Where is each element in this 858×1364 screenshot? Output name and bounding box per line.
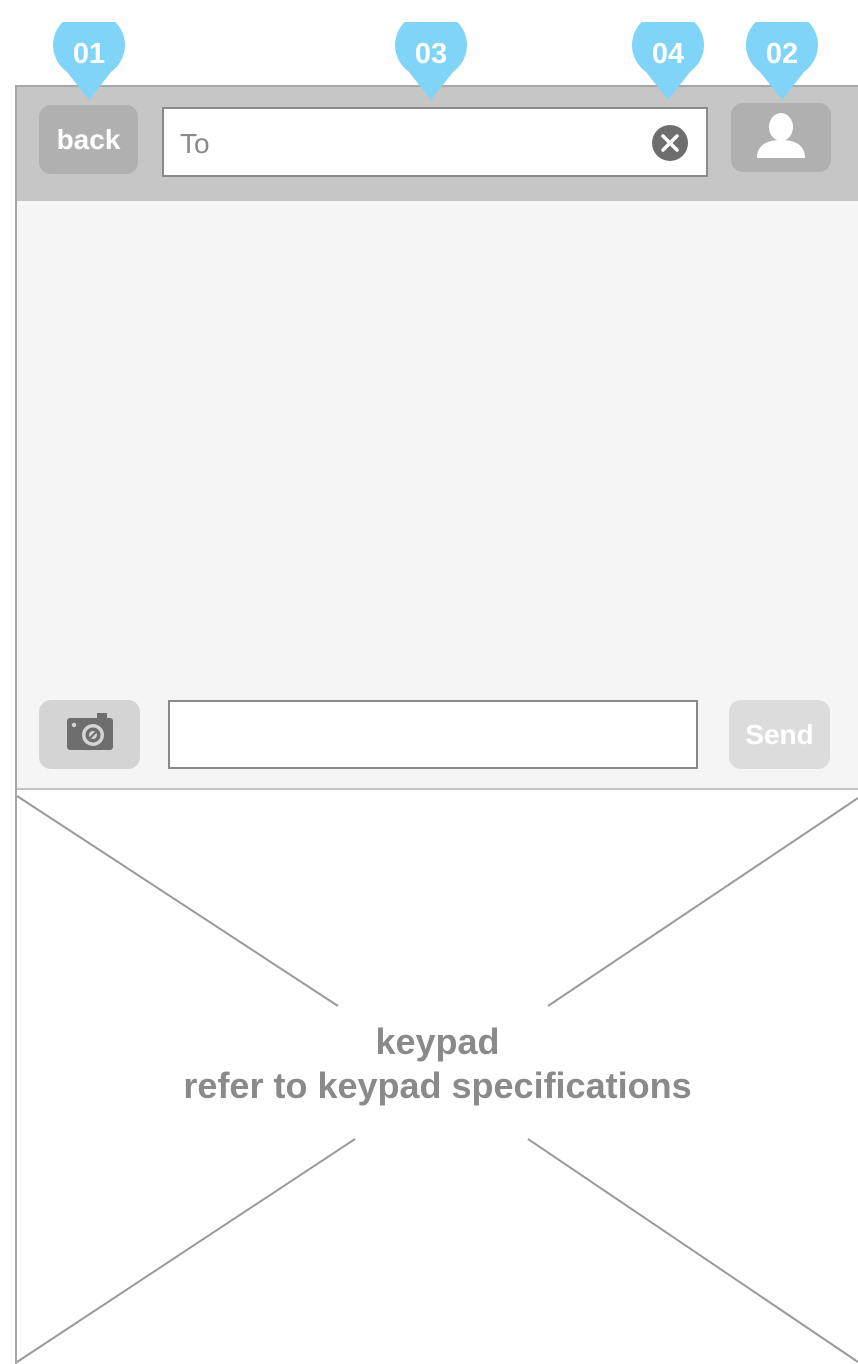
- recipient-input[interactable]: To: [162, 107, 708, 177]
- recipient-placeholder: To: [180, 128, 210, 159]
- annotation-label: 02: [765, 38, 799, 70]
- keypad-subtitle: refer to keypad specifications: [183, 1065, 692, 1106]
- send-button[interactable]: Send: [729, 700, 830, 769]
- message-input[interactable]: [168, 700, 698, 769]
- person-icon: [755, 111, 807, 164]
- annotation-marker-01: 01: [53, 22, 125, 100]
- camera-button[interactable]: [39, 700, 140, 769]
- back-button[interactable]: back: [39, 105, 138, 174]
- clear-icon[interactable]: [652, 125, 688, 161]
- keypad-placeholder: keypad refer to keypad specifications: [17, 790, 858, 1364]
- contacts-button[interactable]: [731, 103, 831, 172]
- back-button-label: back: [56, 123, 121, 155]
- annotation-label: 03: [414, 38, 448, 70]
- keypad-title: keypad: [375, 1021, 500, 1062]
- annotation-label: 04: [651, 38, 685, 70]
- annotation-marker-04: 04: [632, 22, 704, 100]
- camera-icon: [65, 712, 115, 757]
- annotation-marker-02: 02: [746, 22, 818, 100]
- annotation-label: 01: [72, 38, 106, 70]
- annotation-marker-03: 03: [395, 22, 467, 100]
- send-button-label: Send: [745, 718, 814, 750]
